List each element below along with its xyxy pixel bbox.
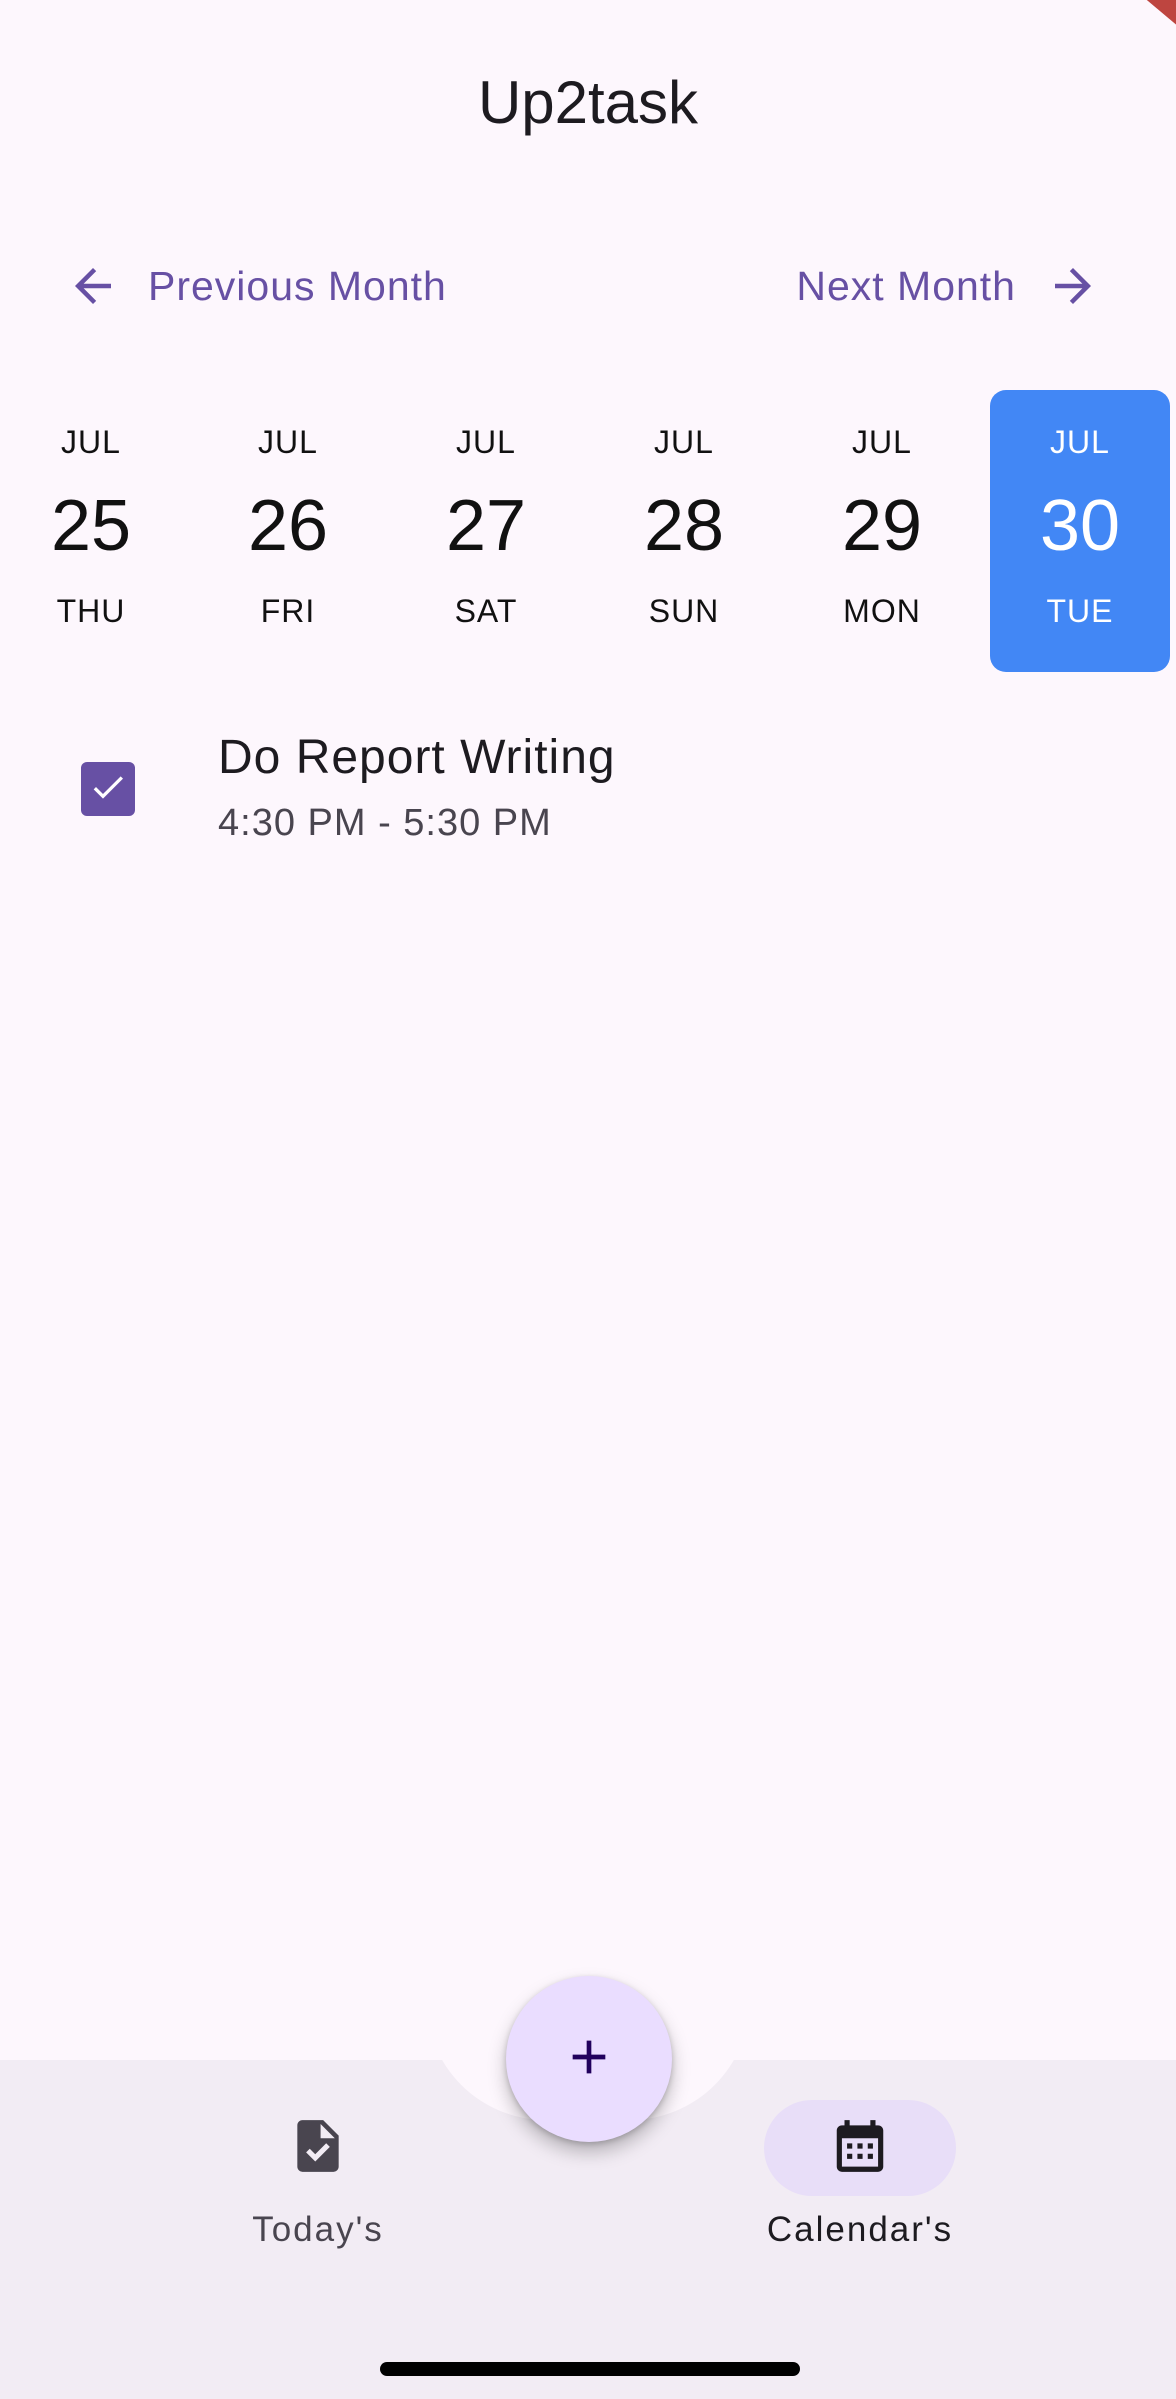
day-cell-selected[interactable]: JUL 30 TUE — [990, 390, 1170, 672]
day-month: JUL — [654, 424, 714, 460]
day-number: 27 — [445, 486, 527, 566]
tab-label: Calendar's — [766, 2210, 954, 2249]
day-month: JUL — [258, 424, 318, 460]
day-month: JUL — [456, 424, 516, 460]
app-title: Up2task — [477, 69, 699, 136]
previous-month-button[interactable]: Previous Month — [66, 250, 447, 322]
previous-month-label: Previous Month — [148, 262, 447, 309]
day-weekday: SUN — [648, 593, 720, 629]
day-number: 30 — [1039, 486, 1121, 566]
next-month-button[interactable]: Next Month — [796, 250, 1100, 322]
tab-label: Today's — [252, 2210, 384, 2249]
day-month: JUL — [61, 424, 121, 460]
home-indicator — [380, 2362, 800, 2376]
day-cell[interactable]: JUL 27 SAT — [396, 390, 576, 672]
tab-icon-container — [222, 2100, 414, 2196]
day-cell[interactable]: JUL 29 MON — [792, 390, 972, 672]
task-title: Do Report Writing — [218, 731, 616, 784]
debug-banner — [1114, 0, 1176, 38]
next-month-label: Next Month — [796, 262, 1016, 309]
day-number: 28 — [643, 486, 725, 566]
day-weekday: SAT — [454, 593, 518, 629]
day-cell[interactable]: JUL 25 THU — [1, 390, 181, 672]
day-month: JUL — [1050, 424, 1110, 460]
day-cell[interactable]: JUL 28 SUN — [594, 390, 774, 672]
checkmark-icon — [88, 767, 128, 812]
day-number: 25 — [50, 486, 132, 566]
day-number: 29 — [841, 486, 923, 566]
tab-calendars[interactable]: Calendar's — [710, 2100, 1010, 2250]
tab-todays[interactable]: Today's — [168, 2100, 468, 2250]
tab-icon-container-active — [764, 2100, 956, 2196]
task-document-icon — [287, 2115, 349, 2182]
calendar-icon — [829, 2115, 891, 2182]
month-navigation: Previous Month Next Month — [0, 250, 1176, 330]
day-weekday: THU — [56, 593, 126, 629]
day-number: 26 — [247, 486, 329, 566]
add-task-fab[interactable] — [506, 1976, 672, 2142]
task-item[interactable]: Do Report Writing 4:30 PM - 5:30 PM — [0, 730, 1176, 850]
day-month: JUL — [852, 424, 912, 460]
task-time: 4:30 PM - 5:30 PM — [218, 802, 552, 844]
arrow-right-icon — [1046, 259, 1100, 313]
day-weekday: MON — [843, 593, 921, 629]
task-checkbox[interactable] — [81, 762, 135, 816]
date-strip: JUL 25 THU JUL 26 FRI JUL 27 SAT JUL 28 … — [0, 390, 1176, 672]
day-cell[interactable]: JUL 26 FRI — [198, 390, 378, 672]
arrow-left-icon — [66, 259, 120, 313]
plus-icon — [561, 2029, 617, 2090]
day-weekday: FRI — [260, 593, 316, 629]
day-weekday: TUE — [1046, 593, 1114, 629]
